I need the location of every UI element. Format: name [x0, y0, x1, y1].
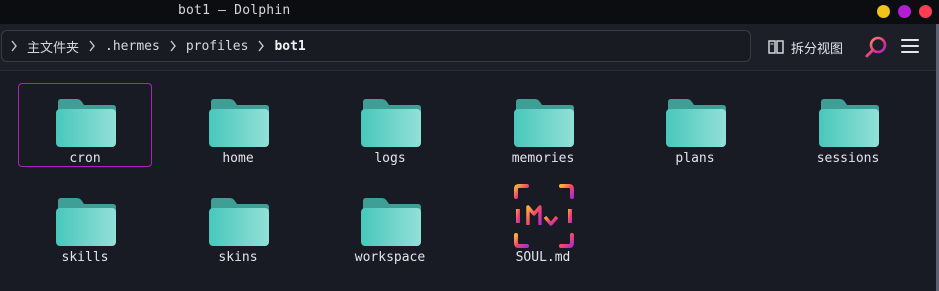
search-icon[interactable]	[864, 35, 888, 59]
file-name: SOUL.md	[515, 250, 571, 265]
file-grid: cron home logs memories plans sessions s…	[0, 70, 934, 291]
title-bar: bot1 — Dolphin	[0, 0, 939, 24]
folder-icon	[56, 198, 116, 246]
chevron-right-icon[interactable]	[10, 40, 18, 52]
folder-item[interactable]: memories	[476, 83, 610, 167]
minimize-button[interactable]	[877, 5, 890, 18]
folder-icon	[514, 99, 574, 147]
folder-item[interactable]: cron	[18, 83, 152, 167]
folder-item[interactable]: skills	[18, 182, 152, 266]
window-title: bot1 — Dolphin	[178, 3, 291, 18]
folder-item[interactable]: skins	[171, 182, 305, 266]
folder-item[interactable]: sessions	[781, 83, 915, 167]
split-view-label: 拆分视图	[791, 41, 844, 57]
chevron-right-icon[interactable]	[257, 40, 265, 52]
markdown-file-icon	[514, 184, 574, 248]
file-name: workspace	[354, 250, 426, 265]
folder-icon	[209, 198, 269, 246]
breadcrumb[interactable]: 主文件夹 .hermes profiles bot1	[1, 30, 751, 62]
file-name: cron	[69, 151, 101, 166]
breadcrumb-current[interactable]: bot1	[274, 39, 305, 54]
file-name: logs	[374, 151, 406, 166]
breadcrumb-hermes[interactable]: .hermes	[105, 39, 160, 54]
folder-icon	[209, 99, 269, 147]
folder-icon	[361, 198, 421, 246]
file-name: skills	[61, 250, 109, 265]
folder-item[interactable]: plans	[628, 83, 762, 167]
split-view-button[interactable]: 拆分视图	[768, 38, 844, 57]
close-button[interactable]	[919, 5, 932, 18]
file-name: skins	[218, 250, 258, 265]
folder-icon	[819, 99, 879, 147]
split-view-icon	[768, 40, 784, 54]
folder-item[interactable]: workspace	[323, 182, 457, 266]
file-name: plans	[675, 151, 715, 166]
file-item[interactable]: SOUL.md	[476, 182, 610, 266]
folder-icon	[361, 99, 421, 147]
breadcrumb-home[interactable]: 主文件夹	[27, 37, 79, 56]
folder-icon	[666, 99, 726, 147]
hamburger-menu-button[interactable]	[901, 39, 919, 55]
breadcrumb-profiles[interactable]: profiles	[186, 39, 249, 54]
file-name: sessions	[816, 151, 880, 166]
folder-icon	[56, 99, 116, 147]
chevron-right-icon[interactable]	[88, 40, 96, 52]
file-name: home	[222, 151, 254, 166]
folder-item[interactable]: logs	[323, 83, 457, 167]
maximize-button[interactable]	[898, 5, 911, 18]
folder-item[interactable]: home	[171, 83, 305, 167]
file-name: memories	[511, 151, 575, 166]
toolbar: 主文件夹 .hermes profiles bot1 拆分视图	[0, 24, 939, 71]
chevron-right-icon[interactable]	[169, 40, 177, 52]
